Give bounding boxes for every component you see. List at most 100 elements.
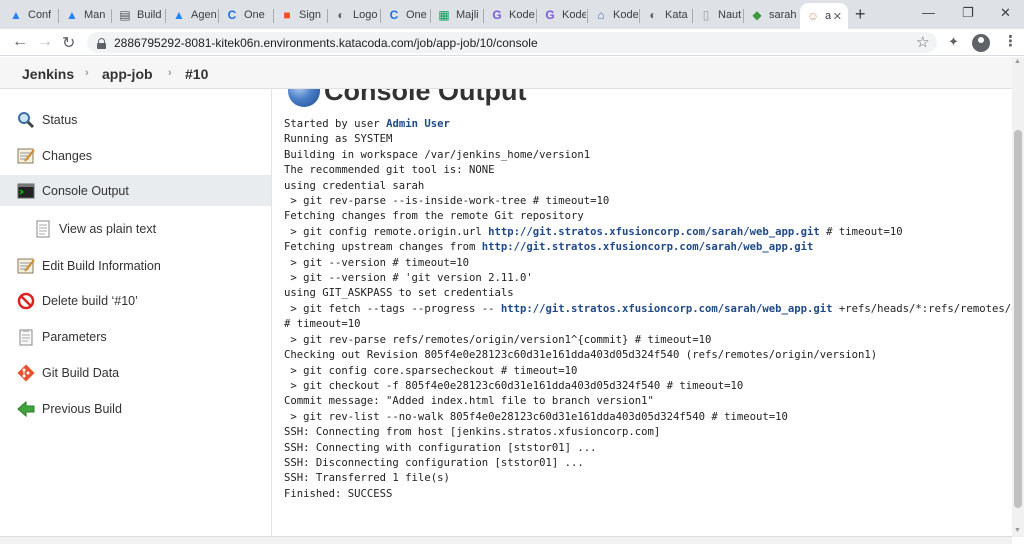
- url-field[interactable]: 2886795292-8081-kitek06n.environments.ka…: [87, 32, 937, 53]
- console-line: SSH: Connecting with configuration [stst…: [284, 441, 1008, 456]
- browser-tab[interactable]: G Kode: [537, 3, 586, 27]
- browser-menu-icon[interactable]: ⋮: [1003, 32, 1018, 50]
- new-tab-button[interactable]: +: [855, 4, 866, 25]
- minimize-icon[interactable]: —: [922, 5, 935, 20]
- breadcrumb-chevron-icon[interactable]: ›: [168, 67, 172, 79]
- git-icon: [17, 364, 35, 382]
- console-text: Checking out Revision 805f4e0e28123c60d3…: [284, 349, 878, 362]
- sidebar-item-label: Previous Build: [42, 401, 122, 416]
- console-line: Running as SYSTEM: [284, 132, 1008, 147]
- partially-scrolled-item: [17, 89, 107, 95]
- sidebar-item-status[interactable]: Status: [0, 104, 271, 135]
- console-text: Fetching changes from the remote Git rep…: [284, 210, 584, 223]
- reload-icon[interactable]: ↻: [62, 33, 75, 53]
- console-line: > git config remote.origin.url http://gi…: [284, 225, 1008, 240]
- console-link[interactable]: http://git.stratos.xfusioncorp.com/sarah…: [482, 241, 814, 253]
- browser-tab[interactable]: ▤ Build: [112, 3, 164, 27]
- browser-tab[interactable]: ☺ a ✕: [800, 3, 848, 29]
- sidebar-item-console-output[interactable]: Console Output: [0, 175, 271, 206]
- browser-tab-title: One: [406, 9, 427, 21]
- breadcrumb-app-job[interactable]: app-job: [102, 66, 153, 82]
- home-icon: ⌂: [597, 8, 605, 22]
- browser-tab[interactable]: ⌂ Kode: [588, 3, 638, 27]
- breadcrumb-build-number[interactable]: #10: [185, 66, 208, 82]
- extensions-puzzle-icon[interactable]: ✦: [948, 34, 959, 50]
- breadcrumb-jenkins[interactable]: Jenkins: [22, 66, 74, 82]
- console-line: Started by user Admin User: [284, 117, 1008, 132]
- c-icon: C: [227, 8, 237, 22]
- console-text: Finished: SUCCESS: [284, 487, 393, 500]
- browser-tab[interactable]: ◆ sarah: [744, 3, 796, 27]
- browser-tab[interactable]: ◐ Logo: [328, 3, 379, 27]
- atlassian-icon: ▲: [66, 8, 78, 22]
- browser-tab-title: Kode: [562, 9, 586, 21]
- bookmark-star-icon[interactable]: ☆: [916, 33, 929, 51]
- scroll-down-arrow-icon[interactable]: ▼: [1014, 527, 1021, 534]
- browser-tab[interactable]: ▲ Agen: [166, 3, 218, 27]
- browser-tab-title: Agen: [191, 9, 217, 21]
- address-bar: ← → ↻ 2886795292-8081-kitek06n.environme…: [0, 29, 1024, 56]
- sidebar-item-view-plain-text[interactable]: View as plain text: [0, 213, 271, 244]
- browser-tab[interactable]: ▯ Nauti: [693, 3, 742, 27]
- console-text: SSH: Connecting from host [jenkins.strat…: [284, 426, 661, 439]
- sidebar-item-label: Git Build Data: [42, 365, 120, 380]
- console-line: SSH: Transferred 1 file(s): [284, 471, 1008, 486]
- browser-tab-title: Kode: [613, 9, 638, 21]
- sidebar-item-delete-build[interactable]: Delete build ‘#10’: [0, 285, 271, 316]
- console-link[interactable]: Admin User: [386, 118, 450, 130]
- magnifier-icon: [17, 111, 35, 129]
- scroll-up-arrow-icon[interactable]: ▲: [1014, 58, 1021, 65]
- browser-tab[interactable]: ▲ Man: [59, 3, 111, 27]
- console-line: Checking out Revision 805f4e0e28123c60d3…: [284, 348, 1008, 363]
- console-text: using credential sarah: [284, 179, 425, 192]
- jenkins-icon: ☺: [806, 9, 820, 23]
- back-arrow-icon[interactable]: ←: [12, 33, 28, 51]
- console-line: > git fetch --tags --progress -- http://…: [284, 302, 1012, 317]
- browser-tab[interactable]: ▦ Majli: [431, 3, 482, 27]
- clipboard-icon: [17, 328, 35, 346]
- console-line: Commit message: "Added index.html file t…: [284, 394, 1008, 409]
- atlassian-icon: ▲: [173, 8, 185, 22]
- browser-tab[interactable]: ▲ Conf: [3, 3, 57, 27]
- profile-avatar-icon[interactable]: [972, 34, 990, 52]
- browser-tab[interactable]: ◐ Kata: [640, 3, 691, 27]
- sidebar-item-parameters[interactable]: Parameters: [0, 321, 271, 352]
- browser-tab-title: Majli: [456, 9, 479, 21]
- browser-tab[interactable]: ■ Sign: [274, 3, 326, 27]
- sidebar-item-label: Status: [42, 112, 78, 127]
- close-window-icon[interactable]: ✕: [1000, 5, 1011, 21]
- notepad-icon: [17, 257, 35, 275]
- sidebar-item-previous-build[interactable]: Previous Build: [0, 393, 271, 424]
- console-line: Finished: SUCCESS: [284, 487, 1008, 502]
- sidebar-item-edit-build-information[interactable]: Edit Build Information: [0, 250, 271, 281]
- console-line: > git config core.sparsecheckout # timeo…: [284, 364, 1008, 379]
- restore-icon[interactable]: ❐: [962, 5, 974, 21]
- sidebar-item-label: Changes: [42, 148, 93, 163]
- sidebar-item-label: Parameters: [42, 329, 107, 344]
- no-entry-icon: [17, 292, 35, 310]
- scrollbar-thumb[interactable]: [1014, 130, 1022, 508]
- browser-tab[interactable]: G Kode: [484, 3, 535, 27]
- horizontal-scrollbar[interactable]: [0, 536, 1012, 544]
- breadcrumb-chevron-icon[interactable]: ›: [85, 67, 89, 79]
- console-link[interactable]: http://git.stratos.xfusioncorp.com/sarah…: [488, 226, 820, 238]
- console-line: SSH: Connecting from host [jenkins.strat…: [284, 425, 1008, 440]
- console-text: SSH: Transferred 1 file(s): [284, 472, 450, 485]
- console-line: # timeout=10: [284, 317, 1008, 332]
- terminal-icon: [17, 182, 35, 200]
- microsoft-icon: ■: [283, 8, 291, 22]
- browser-tab[interactable]: C One: [381, 3, 429, 27]
- close-tab-icon[interactable]: ✕: [833, 10, 842, 23]
- console-line: > git --version # timeout=10: [284, 256, 1008, 271]
- browser-tab-title: One: [244, 9, 265, 21]
- console-text: Running as SYSTEM: [284, 133, 393, 146]
- browser-tab-title: Kode: [509, 9, 535, 21]
- console-ball-icon: [288, 89, 320, 107]
- console-link[interactable]: http://git.stratos.xfusioncorp.com/sarah…: [501, 303, 833, 315]
- sidebar-item-git-build-data[interactable]: Git Build Data: [0, 357, 271, 388]
- doc-icon: ▯: [702, 8, 710, 22]
- browser-tab[interactable]: C One: [219, 3, 272, 27]
- console-text: > git rev-list --no-walk 805f4e0e28123c6…: [284, 410, 788, 423]
- forward-arrow-icon[interactable]: →: [37, 33, 53, 51]
- sidebar-item-changes[interactable]: Changes: [0, 140, 271, 171]
